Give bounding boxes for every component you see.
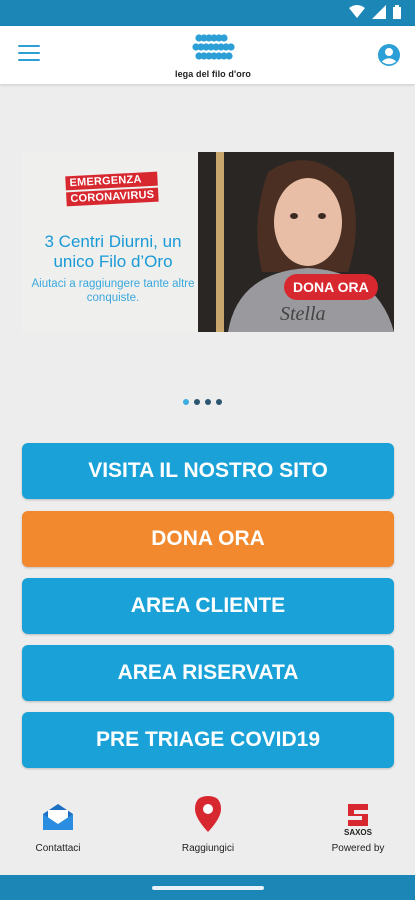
shirt-text: Stella [280,303,326,325]
logo-dots-icon [192,34,235,60]
status-bar [0,0,415,26]
wifi-icon [349,5,365,18]
powered-brand: SAXOS [344,828,373,836]
app-bar: lega del filo d'oro [0,26,415,84]
nav-contacts[interactable]: Contattaci [8,802,108,854]
mail-icon [43,804,73,830]
home-gesture-handle[interactable] [152,886,264,890]
banner-subtitle: Aiutaci a raggiungere tante altre conqui… [31,278,195,304]
promo-banner[interactable]: EMERGENZA CORONAVIRUS 3 Centri Diurni, u… [22,152,394,332]
nav-reach-us[interactable]: Raggiungici [158,796,258,854]
battery-icon [393,5,401,19]
logo-text: lega del filo d'oro [174,69,252,79]
carousel-dot[interactable] [205,399,211,405]
carousel-dot[interactable] [216,399,222,405]
nav-contacts-label: Contattaci [35,843,81,854]
bottom-nav: Contattaci Raggiungici SAXOS Powered by [0,790,415,880]
banner-photo: Stella [198,152,394,332]
child-photo: Stella [198,152,394,332]
emergency-line-2: CORONAVIRUS [66,187,159,207]
nav-reach-us-label: Raggiungici [181,843,235,854]
account-icon[interactable] [377,43,401,67]
location-pin-icon [195,796,221,832]
reserved-area-button[interactable]: AREA RISERVATA [22,645,394,701]
pre-triage-button[interactable]: PRE TRIAGE COVID19 [22,712,394,768]
banner-title: 3 Centri Diurni, un unico Filo d’Oro [44,232,182,271]
carousel-dot[interactable] [183,399,189,405]
saxos-logo-icon: SAXOS [344,804,373,837]
signal-icon [372,5,386,19]
carousel-indicator [183,399,222,405]
emergency-label: EMERGENZA CORONAVIRUS [65,171,159,209]
client-area-button[interactable]: AREA CLIENTE [22,578,394,634]
logo: lega del filo d'oro [158,30,268,79]
gesture-bar [0,875,415,900]
carousel-dot[interactable] [194,399,200,405]
banner-text-panel: EMERGENZA CORONAVIRUS 3 Centri Diurni, u… [22,152,198,332]
banner-donate-badge: DONA ORA [284,274,378,300]
donate-button[interactable]: DONA ORA [22,511,394,567]
menu-icon[interactable] [18,45,40,63]
nav-powered-by[interactable]: SAXOS Powered by [308,802,408,854]
visit-site-button[interactable]: VISITA IL NOSTRO SITO [22,443,394,499]
nav-powered-by-label: Powered by [331,843,385,854]
